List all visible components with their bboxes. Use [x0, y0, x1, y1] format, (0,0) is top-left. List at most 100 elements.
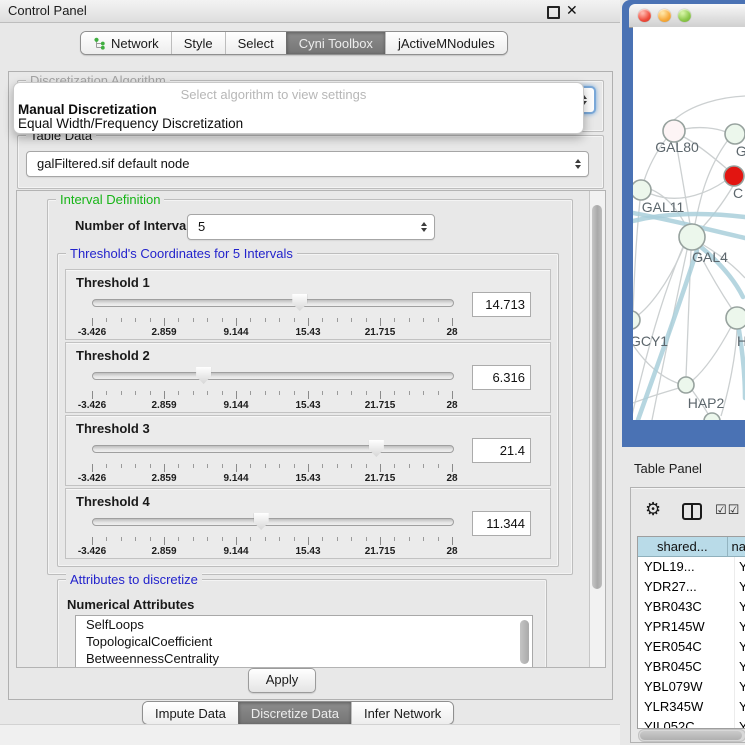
tab-discretize-data[interactable]: Discretize Data — [238, 702, 351, 724]
slider-tick — [106, 537, 107, 541]
table-row[interactable]: YBR043CYBR0 — [638, 597, 745, 617]
attribute-list-item[interactable]: TopologicalCoefficient — [76, 633, 532, 650]
tab-cyni-toolbox[interactable]: Cyni Toolbox — [286, 32, 385, 54]
dropdown-option-manual-discretization[interactable]: Manual Discretization — [18, 102, 157, 117]
cell-shared-name[interactable]: YER054C — [638, 637, 735, 657]
slider-thumb[interactable] — [196, 367, 211, 384]
list-scrollbar-thumb[interactable] — [520, 620, 529, 664]
slider-thumb[interactable] — [254, 513, 269, 530]
network-edge[interactable] — [684, 128, 726, 132]
cell-name[interactable]: YDR2 — [735, 577, 745, 597]
attribute-list-item[interactable]: BetweennessCentrality — [76, 650, 532, 667]
network-node[interactable] — [725, 124, 745, 144]
cell-shared-name[interactable]: YBR045C — [638, 657, 735, 677]
table-row[interactable]: YBL079WYBL0 — [638, 677, 745, 697]
dropdown-placeholder: Select algorithm to view settings — [14, 87, 583, 102]
number-of-intervals-combobox[interactable]: 5 — [187, 214, 435, 240]
network-edge[interactable] — [693, 327, 731, 380]
slider-tick — [380, 464, 381, 472]
cell-name[interactable]: YDL1 — [735, 557, 745, 577]
minimize-traffic-light[interactable] — [658, 9, 671, 22]
threshold-value-field[interactable] — [472, 438, 531, 463]
cell-shared-name[interactable]: YDL19... — [638, 557, 735, 577]
panel-title: Control Panel — [8, 3, 87, 18]
table-row[interactable]: YLR345WYLR3 — [638, 697, 745, 717]
network-edge[interactable] — [674, 96, 745, 120]
apply-button[interactable]: Apply — [248, 668, 316, 693]
cell-name[interactable]: YBR0 — [735, 657, 745, 677]
slider-track[interactable] — [92, 299, 454, 307]
slider-track[interactable] — [92, 445, 454, 453]
tab-network[interactable]: Network — [81, 32, 171, 54]
table-row[interactable]: YDL19...YDL1 — [638, 557, 745, 577]
network-node[interactable] — [633, 180, 651, 200]
slider-tick — [265, 464, 266, 468]
scrollbar-thumb[interactable] — [640, 731, 742, 740]
slider-thumb[interactable] — [369, 440, 384, 457]
table-row[interactable]: YDR27...YDR2 — [638, 577, 745, 597]
tab-label: jActiveMNodules — [398, 36, 495, 51]
cell-name[interactable]: YIL0 — [735, 717, 745, 729]
cell-shared-name[interactable]: YDR27... — [638, 577, 735, 597]
close-panel-icon[interactable]: ✕ — [566, 2, 578, 19]
slider-tick — [207, 318, 208, 322]
tab-select[interactable]: Select — [225, 32, 286, 54]
settings-vertical-scrollbar[interactable] — [589, 191, 605, 667]
scrollbar-thumb[interactable] — [592, 205, 602, 589]
slider-tick — [452, 318, 453, 326]
cell-shared-name[interactable]: YPR145W — [638, 617, 735, 637]
table-horizontal-scrollbar[interactable] — [638, 729, 745, 742]
network-node[interactable] — [679, 224, 705, 250]
threshold-value-field[interactable] — [472, 511, 531, 536]
cell-name[interactable]: YBR0 — [735, 597, 745, 617]
table-row[interactable]: YIL052CYIL0 — [638, 717, 745, 729]
dropdown-option-equal-width-frequency[interactable]: Equal Width/Frequency Discretization — [18, 116, 243, 131]
cell-name[interactable]: YPR1 — [735, 617, 745, 637]
column-header-name[interactable]: na — [728, 537, 745, 557]
tab-jactivemnodules[interactable]: jActiveMNodules — [385, 32, 507, 54]
table-data-combobox[interactable]: galFiltered.sif default node — [26, 151, 589, 177]
column-header-shared-name[interactable]: shared... — [638, 537, 728, 557]
float-panel-icon[interactable] — [547, 6, 560, 19]
cell-shared-name[interactable]: YBR043C — [638, 597, 735, 617]
numerical-attributes-label: Numerical Attributes — [67, 597, 194, 612]
slider-tick — [409, 464, 410, 468]
network-node[interactable] — [726, 307, 745, 329]
cell-name[interactable]: YBL0 — [735, 677, 745, 697]
threshold-value-field[interactable] — [472, 292, 531, 317]
close-traffic-light[interactable] — [638, 9, 651, 22]
slider-tick-labels: -3.4262.8599.14415.4321.71528 — [92, 473, 452, 484]
zoom-traffic-light[interactable] — [678, 9, 691, 22]
threshold-2-panel: Threshold 2 -3.4262.8599.14415.4321.7152… — [65, 342, 551, 413]
network-edge[interactable] — [701, 186, 733, 229]
gear-icon[interactable]: ⚙ — [645, 499, 661, 520]
tab-style[interactable]: Style — [171, 32, 225, 54]
slider-thumb[interactable] — [292, 294, 307, 311]
cell-shared-name[interactable]: YIL052C — [638, 717, 735, 729]
cell-shared-name[interactable]: YBL079W — [638, 677, 735, 697]
network-canvas[interactable]: GAL80GACGAL11GAL4GCY1HHAP2 — [633, 27, 745, 420]
slider-tick — [308, 537, 309, 545]
attribute-list-item[interactable]: SelfLoops — [76, 616, 532, 633]
combobox-value: galFiltered.sif default node — [37, 156, 189, 171]
network-node[interactable] — [678, 377, 694, 393]
network-node[interactable] — [704, 413, 720, 420]
table-row[interactable]: YER054CYER0 — [638, 637, 745, 657]
cell-shared-name[interactable]: YLR345W — [638, 697, 735, 717]
slider-tick-label: 2.859 — [151, 546, 176, 557]
network-node[interactable] — [724, 166, 744, 186]
network-edge[interactable] — [633, 200, 640, 315]
tab-impute-data[interactable]: Impute Data — [143, 702, 238, 724]
table-row[interactable]: YBR045CYBR0 — [638, 657, 745, 677]
cell-name[interactable]: YER0 — [735, 637, 745, 657]
select-columns-icon[interactable]: ☑☑ — [715, 502, 740, 518]
slider-track[interactable] — [92, 372, 454, 380]
split-view-icon[interactable] — [682, 503, 702, 520]
numerical-attributes-list[interactable]: SelfLoopsTopologicalCoefficientBetweenne… — [75, 615, 533, 668]
cell-name[interactable]: YLR3 — [735, 697, 745, 717]
slider-track[interactable] — [92, 518, 454, 526]
table-row[interactable]: YPR145WYPR1 — [638, 617, 745, 637]
tab-infer-network[interactable]: Infer Network — [351, 702, 453, 724]
threshold-value-field[interactable] — [472, 365, 531, 390]
slider-tick — [222, 318, 223, 322]
